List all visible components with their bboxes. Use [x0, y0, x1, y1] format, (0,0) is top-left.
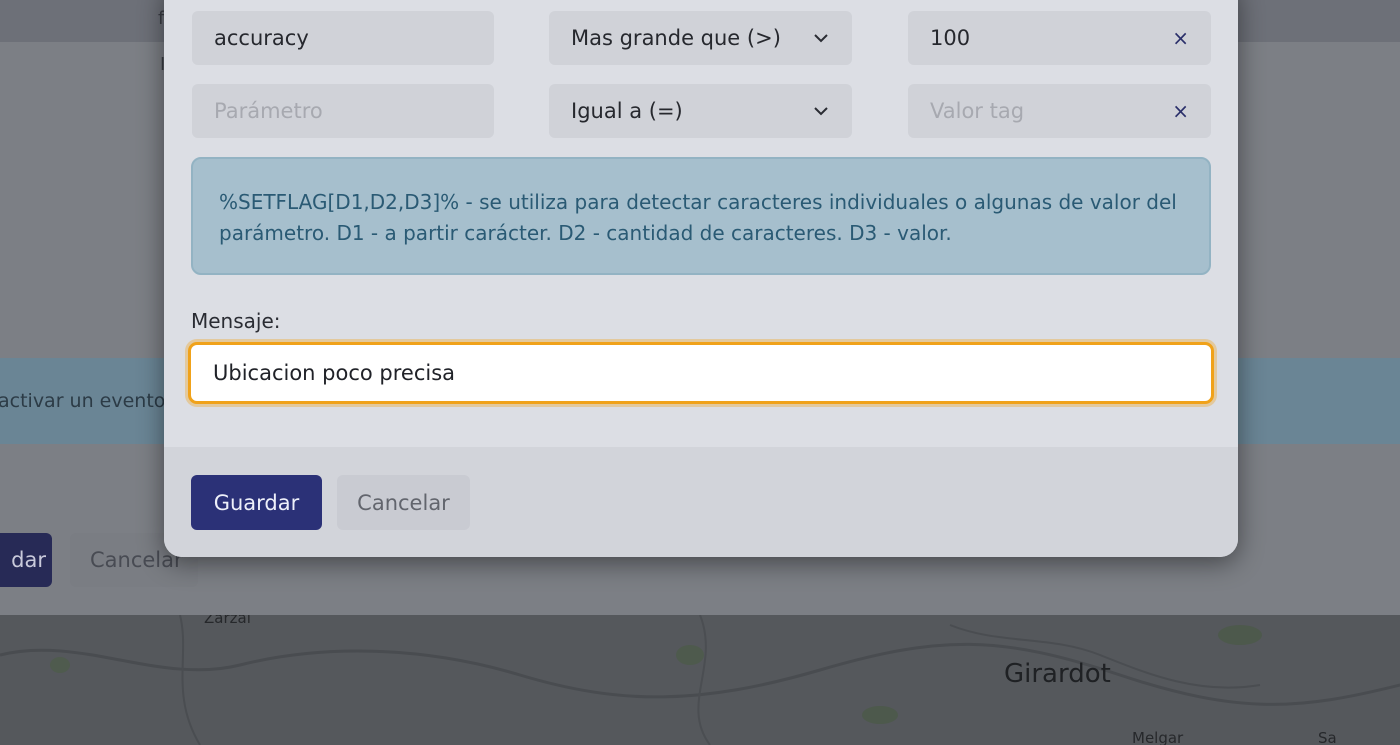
setflag-info-alert: %SETFLAG[D1,D2,D3]% - se utiliza para de… [191, 157, 1211, 275]
modal-footer [164, 447, 1238, 557]
parameter-input[interactable]: Parámetro [192, 84, 494, 138]
map-label: Melgar [1132, 729, 1184, 745]
operator-select-value: Mas grande que (>) [571, 26, 781, 50]
background-map: Zarzal Girardot Melgar Sa [0, 615, 1400, 745]
modal-body: accuracy Mas grande que (>) 100 × Paráme… [164, 0, 1238, 447]
message-label: Mensaje: [191, 309, 281, 333]
tag-value-input[interactable]: 100 × [908, 11, 1211, 65]
map-terrain [0, 615, 1400, 745]
chevron-down-icon [814, 107, 828, 116]
tag-value-input[interactable]: Valor tag × [908, 84, 1211, 138]
background-info-text: activar un evento, [0, 390, 172, 412]
chevron-down-icon [814, 34, 828, 43]
remove-condition-icon[interactable]: × [1172, 11, 1189, 65]
cancel-button[interactable]: Cancelar [337, 475, 470, 530]
parameter-input[interactable]: accuracy [192, 11, 494, 65]
map-label: Sa [1318, 729, 1337, 745]
background-save-button: dar [0, 533, 52, 587]
remove-condition-icon[interactable]: × [1172, 84, 1189, 138]
tag-value-text: 100 [930, 26, 971, 50]
operator-select-value: Igual a (=) [571, 99, 683, 123]
message-input[interactable] [188, 342, 1214, 404]
operator-select[interactable]: Mas grande que (>) [549, 11, 852, 65]
map-label: Zarzal [204, 615, 251, 627]
edit-event-modal: accuracy Mas grande que (>) 100 × Paráme… [164, 0, 1238, 557]
tag-value-placeholder: Valor tag [930, 99, 1025, 123]
operator-select[interactable]: Igual a (=) [549, 84, 852, 138]
map-city-label: Girardot [1004, 659, 1111, 689]
save-button[interactable]: Guardar [191, 475, 322, 530]
